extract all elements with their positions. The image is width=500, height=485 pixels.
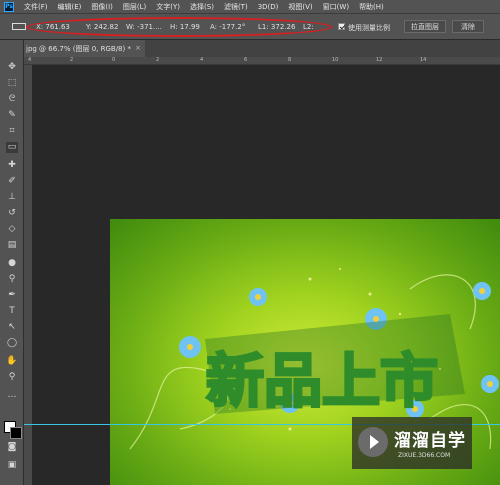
ruler-icon[interactable]: ▭: [6, 142, 18, 153]
history-brush-icon[interactable]: ↺: [6, 208, 18, 219]
watermark-subtitle: ZIXUE.3D66.COM: [398, 452, 451, 459]
marquee-icon[interactable]: ⬚: [6, 78, 18, 89]
blur-icon[interactable]: ●: [6, 258, 18, 269]
straighten-layer-button[interactable]: 拉直图层: [404, 20, 446, 33]
dodge-icon[interactable]: ⚲: [6, 274, 18, 285]
ruler-tick-label: 10: [332, 57, 339, 63]
screen-mode-icon[interactable]: ▣: [6, 460, 18, 471]
quick-select-icon[interactable]: ✎: [6, 110, 18, 121]
path-select-icon[interactable]: ↖: [6, 322, 18, 333]
move-icon[interactable]: ✥: [6, 62, 18, 73]
document-tab[interactable]: jpg @ 66.7% (图层 0, RGB/8) * ×: [24, 40, 145, 57]
menu-3d[interactable]: 3D(D): [258, 3, 279, 11]
ruler-tick-label: 2: [70, 57, 74, 63]
brush-icon[interactable]: ✐: [6, 176, 18, 187]
menu-image[interactable]: 图像(I): [91, 2, 113, 12]
use-measurement-scale-label: 使用测量比例: [348, 24, 390, 32]
ruler-tick-label: 14: [420, 57, 427, 63]
watermark-title: 溜溜自学: [394, 431, 466, 451]
type-icon[interactable]: T: [6, 306, 18, 317]
menu-layer[interactable]: 图层(L): [123, 2, 146, 12]
options-bar: X: 761.63 Y: 242.82 W: -371.... H: 17.99…: [0, 13, 500, 40]
ruler-tick-label: 12: [376, 57, 383, 63]
ruler-tick-label: 8: [288, 57, 292, 63]
eraser-icon[interactable]: ◇: [6, 224, 18, 235]
lasso-icon[interactable]: ᘓ: [6, 94, 18, 105]
clear-button[interactable]: 清除: [452, 20, 484, 33]
menu-type[interactable]: 文字(Y): [156, 2, 180, 12]
ruler-tool-preset-icon[interactable]: [12, 23, 26, 30]
menu-window[interactable]: 窗口(W): [323, 2, 349, 12]
watermark: 溜溜自学 ZIXUE.3D66.COM: [352, 417, 472, 469]
quick-mask-icon[interactable]: ◙: [6, 442, 18, 453]
tools-panel: ✥ ⬚ ᘓ ✎ ⌗ ▭ ✚ ✐ ⊥ ↺ ◇ ▤ ● ⚲ ✒ T ↖ ◯ ✋ ⚲ …: [0, 40, 24, 485]
photoshop-logo[interactable]: Ps: [4, 1, 14, 12]
ruler-tick-label: 4: [200, 57, 204, 63]
ruler-tick-label: 6: [244, 57, 248, 63]
healing-icon[interactable]: ✚: [6, 160, 18, 171]
menu-bar: Ps 文件(F) 编辑(E) 图像(I) 图层(L) 文字(Y) 选择(S) 滤…: [0, 0, 500, 13]
ruler-tick-label: 0: [112, 57, 116, 63]
ruler-tick-label: 2: [156, 57, 160, 63]
vertical-ruler[interactable]: [24, 65, 32, 485]
stamp-icon[interactable]: ⊥: [6, 192, 18, 203]
close-icon[interactable]: ×: [135, 44, 141, 52]
document-tab-bar: jpg @ 66.7% (图层 0, RGB/8) * ×: [24, 40, 500, 57]
ruler-tick-label: 4: [28, 57, 32, 63]
shape-icon[interactable]: ◯: [6, 338, 18, 349]
crop-icon[interactable]: ⌗: [6, 126, 18, 137]
hand-icon[interactable]: ✋: [6, 356, 18, 367]
menu-edit[interactable]: 编辑(E): [58, 2, 82, 12]
artwork-title-text: 新品上市: [206, 347, 438, 415]
pen-icon[interactable]: ✒: [6, 290, 18, 301]
menu-file[interactable]: 文件(F): [24, 2, 48, 12]
use-measurement-scale-checkbox[interactable]: [338, 23, 345, 30]
document-tab-title: jpg @ 66.7% (图层 0, RGB/8) *: [26, 44, 131, 53]
menu-view[interactable]: 视图(V): [288, 2, 312, 12]
menu-filter[interactable]: 滤镜(T): [224, 2, 248, 12]
menu-help[interactable]: 帮助(H): [359, 2, 384, 12]
play-icon: [358, 427, 388, 457]
menu-select[interactable]: 选择(S): [190, 2, 214, 12]
zoom-icon[interactable]: ⚲: [6, 372, 18, 383]
more-icon[interactable]: …: [6, 390, 18, 401]
background-color-swatch[interactable]: [10, 427, 22, 439]
highlight-ellipse: [26, 17, 332, 37]
horizontal-ruler[interactable]: 4 2 0 2 4 6 8 10 12 14: [24, 57, 500, 65]
gradient-icon[interactable]: ▤: [6, 240, 18, 251]
